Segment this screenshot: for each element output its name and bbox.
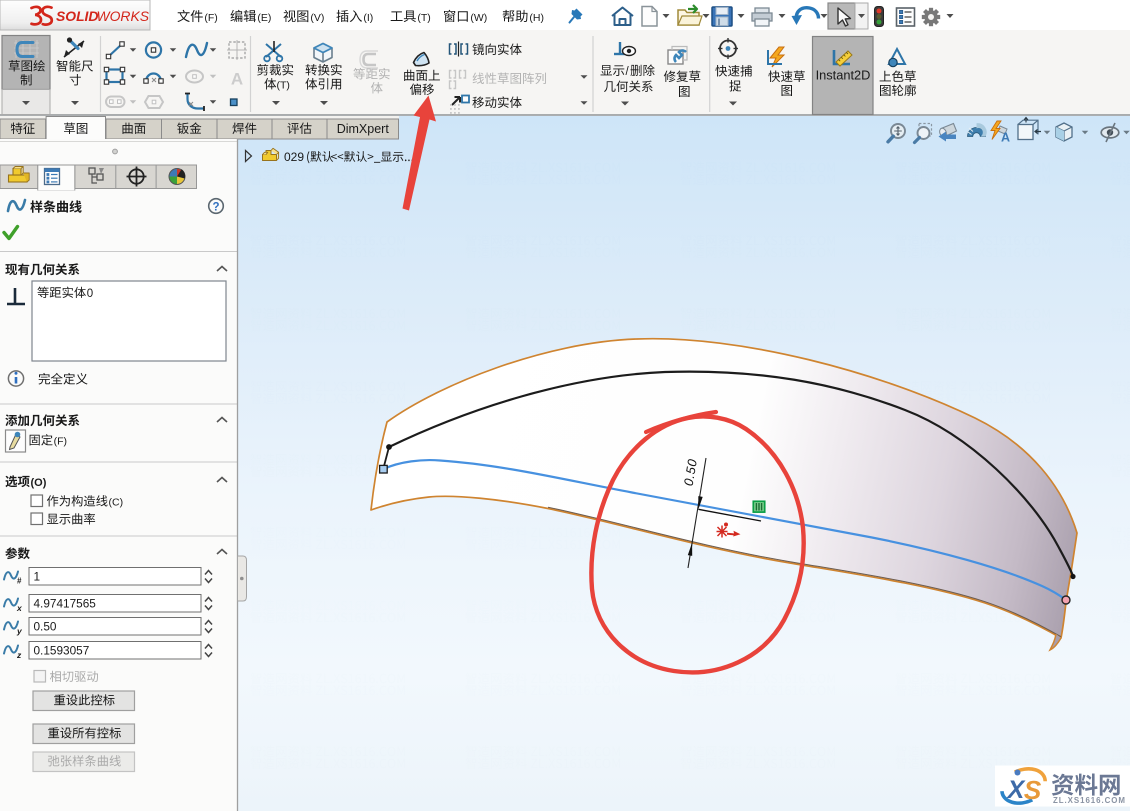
svg-text:1: 1 xyxy=(34,570,41,584)
svg-text:(F): (F) xyxy=(54,436,67,448)
svg-text:(F): (F) xyxy=(204,12,217,24)
svg-text:Instant2D: Instant2D xyxy=(816,68,871,83)
svg-text:(O): (O) xyxy=(31,477,47,489)
svg-text:#: # xyxy=(17,577,22,586)
svg-text:(T): (T) xyxy=(277,80,290,92)
svg-text:(C): (C) xyxy=(109,497,124,509)
svg-text:WORKS: WORKS xyxy=(97,8,150,24)
svg-text:0.1593057: 0.1593057 xyxy=(34,644,90,658)
svg-text:(I): (I) xyxy=(363,12,373,24)
svg-text:DimXpert: DimXpert xyxy=(337,122,390,136)
svg-text:?: ? xyxy=(212,202,219,214)
svg-text:(H): (H) xyxy=(529,12,544,24)
svg-text:0.50: 0.50 xyxy=(34,620,57,634)
svg-text:4.97417565: 4.97417565 xyxy=(34,597,97,611)
svg-text:(V): (V) xyxy=(310,12,324,24)
svg-text:SOLID: SOLID xyxy=(56,8,98,24)
svg-text:A: A xyxy=(231,70,243,89)
svg-text:0: 0 xyxy=(87,288,93,300)
svg-text:X: X xyxy=(1006,776,1026,804)
svg-text:(W): (W) xyxy=(470,12,487,24)
svg-text:029: 029 xyxy=(284,150,304,164)
svg-text:z: z xyxy=(16,650,22,660)
svg-text:A: A xyxy=(1001,131,1010,145)
svg-text:(E): (E) xyxy=(257,12,271,24)
svg-text:S: S xyxy=(1024,775,1042,805)
svg-text:(T): (T) xyxy=(417,12,430,24)
svg-text:ZL.XS1616.COM: ZL.XS1616.COM xyxy=(1053,796,1126,805)
